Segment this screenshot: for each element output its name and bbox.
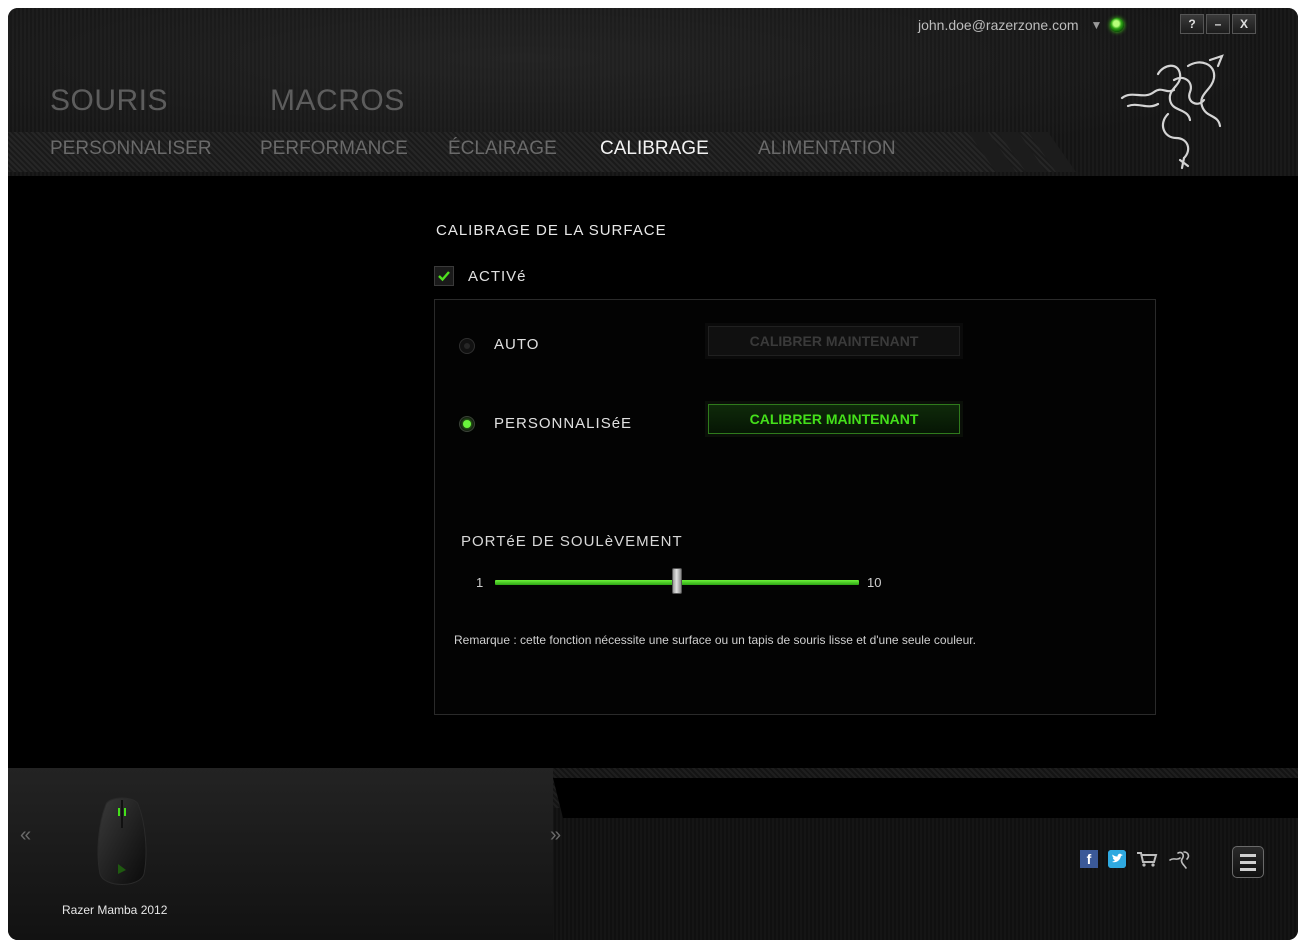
section-title: CALIBRAGE DE LA SURFACE xyxy=(436,222,667,239)
lift-range-title: PORTéE DE SOULèVEMENT xyxy=(461,533,683,550)
auto-calibrate-button[interactable]: CALIBRER MAINTENANT xyxy=(708,326,960,356)
tab-eclairage[interactable]: ÉCLAIRAGE xyxy=(448,138,600,160)
custom-radio[interactable] xyxy=(459,416,475,432)
menu-button[interactable] xyxy=(1232,846,1264,878)
enabled-checkbox[interactable] xyxy=(434,266,454,286)
help-button[interactable]: ? xyxy=(1180,14,1204,34)
cart-icon[interactable] xyxy=(1136,850,1158,868)
user-area[interactable]: john.doe@razerzone.com ▼ xyxy=(918,14,1125,36)
footer-dark-band xyxy=(553,778,1298,818)
auto-label: AUTO xyxy=(494,336,540,353)
menu-line-icon xyxy=(1240,853,1256,857)
checkmark-icon xyxy=(438,271,450,282)
menu-line-icon xyxy=(1240,867,1256,871)
lift-range-slider-thumb[interactable] xyxy=(672,568,682,594)
razer-icon[interactable] xyxy=(1168,850,1192,870)
prev-device-icon[interactable]: « xyxy=(20,824,31,847)
caret-down-icon[interactable]: ▼ xyxy=(1091,18,1103,32)
sub-tabs: PERSONNALISER PERFORMANCE ÉCLAIRAGE CALI… xyxy=(50,138,908,160)
note-text: Remarque : cette fonction nécessite une … xyxy=(454,633,976,647)
app-window: john.doe@razerzone.com ▼ ? – X SOURIS MA… xyxy=(8,8,1298,940)
next-device-icon[interactable]: » xyxy=(550,824,561,847)
window-controls: ? – X xyxy=(1180,14,1256,34)
tab-alimentation[interactable]: ALIMENTATION xyxy=(758,138,908,160)
auto-radio[interactable] xyxy=(459,338,475,354)
menu-line-icon xyxy=(1240,860,1256,864)
tab-macros[interactable]: MACROS xyxy=(270,84,405,118)
online-status-icon xyxy=(1110,18,1125,32)
decorative-stripes xyxy=(968,132,1076,172)
slider-min-label: 1 xyxy=(476,575,484,590)
close-button[interactable]: X xyxy=(1232,14,1256,34)
user-email[interactable]: john.doe@razerzone.com xyxy=(918,17,1079,33)
main-tabs: SOURIS MACROS xyxy=(50,84,405,118)
tab-personnaliser[interactable]: PERSONNALISER xyxy=(50,138,260,160)
tab-calibrage[interactable]: CALIBRAGE xyxy=(600,138,758,160)
device-name: Razer Mamba 2012 xyxy=(62,903,168,917)
mouse-device-icon[interactable] xyxy=(92,794,152,892)
razer-logo-icon xyxy=(1120,54,1224,170)
facebook-icon[interactable]: f xyxy=(1080,850,1098,868)
enabled-label: ACTIVé xyxy=(468,268,527,285)
twitter-icon[interactable] xyxy=(1108,850,1126,868)
minimize-button[interactable]: – xyxy=(1206,14,1230,34)
tab-souris[interactable]: SOURIS xyxy=(50,84,168,118)
custom-label: PERSONNALISéE xyxy=(494,415,633,432)
slider-max-label: 10 xyxy=(867,575,882,590)
tab-performance[interactable]: PERFORMANCE xyxy=(260,138,448,160)
calibration-panel xyxy=(434,299,1156,715)
custom-calibrate-button[interactable]: CALIBRER MAINTENANT xyxy=(708,404,960,434)
